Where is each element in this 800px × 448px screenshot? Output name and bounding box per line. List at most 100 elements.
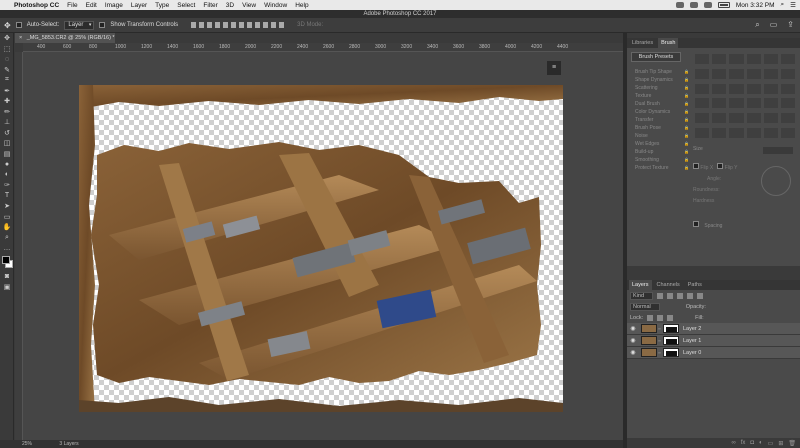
history-brush-tool-icon[interactable]: ↺ [0,128,14,139]
brush-tip[interactable] [729,113,744,124]
brush-tip[interactable] [763,128,778,139]
brush-tip[interactable] [763,98,778,109]
brush-setting-item[interactable]: Brush Pose [629,124,691,132]
layer-row[interactable]: ◉ ∞ Layer 2 [627,323,800,335]
distribute-icon[interactable] [255,22,261,28]
align-icon[interactable] [223,22,229,28]
filter-smart-object-icon[interactable] [697,292,704,299]
brush-tip[interactable] [712,83,727,94]
brush-tip[interactable] [729,83,744,94]
menu-view[interactable]: View [242,2,256,9]
link-layers-icon[interactable]: ∞ [731,440,735,446]
menu-list-icon[interactable]: ☰ [790,1,796,9]
brush-tip[interactable] [763,83,778,94]
workspace-icon[interactable]: ▭ [770,20,778,30]
eraser-tool-icon[interactable]: ◫ [0,138,14,149]
brush-tip[interactable] [695,83,710,94]
brush-tip[interactable] [729,98,744,109]
brush-tip[interactable] [695,68,710,79]
tab-libraries[interactable]: Libraries [629,38,656,48]
layer-name[interactable]: Layer 1 [683,338,701,344]
new-group-icon[interactable]: ▭ [768,440,774,447]
layer-name[interactable]: Layer 0 [683,350,701,356]
document-info[interactable]: 3 Layers [59,441,78,447]
brush-setting-item[interactable]: Color Dynamics [629,108,691,116]
tab-layers[interactable]: Layers [629,280,652,290]
battery-icon[interactable] [717,2,730,8]
eyedropper-tool-icon[interactable]: ✒ [0,86,14,97]
brush-setting-item[interactable]: Wet Edges [629,140,691,148]
blur-tool-icon[interactable]: ● [0,159,14,170]
align-icon[interactable] [215,22,221,28]
status-icon[interactable] [689,2,698,8]
brush-tip[interactable] [712,128,727,139]
gradient-tool-icon[interactable]: ▤ [0,149,14,160]
brush-tip[interactable] [763,54,778,64]
brush-tip[interactable] [729,68,744,79]
type-tool-icon[interactable]: T [0,191,14,202]
brush-setting-item[interactable]: Transfer [629,116,691,124]
search-icon[interactable]: ⌕ [781,1,785,9]
menu-filter[interactable]: Filter [203,2,217,9]
path-select-tool-icon[interactable]: ➤ [0,201,14,212]
marquee-tool-icon[interactable]: ⬚ [0,44,14,55]
layer-mask-thumbnail[interactable] [663,336,679,345]
align-icon[interactable] [207,22,213,28]
brush-tip[interactable] [746,128,761,139]
layer-name[interactable]: Layer 2 [683,326,701,332]
foreground-color[interactable] [2,255,10,264]
link-chain-icon[interactable]: ∞ [658,350,662,355]
menu-window[interactable]: Window [264,2,287,9]
delete-layer-icon[interactable]: 🗑 [788,440,796,447]
distribute-icon[interactable] [279,22,285,28]
move-tool-icon[interactable]: ✥ [4,21,11,30]
layer-thumbnail[interactable] [641,336,657,345]
brush-setting-item[interactable]: Scattering [629,84,691,92]
menu-file[interactable]: File [67,2,77,9]
size-input[interactable] [763,147,793,154]
adjustment-layer-icon[interactable]: ◐ [759,440,763,446]
new-layer-icon[interactable]: ⊞ [778,440,783,447]
tab-paths[interactable]: Paths [685,280,705,290]
distribute-icon[interactable] [239,22,245,28]
brush-tip[interactable] [763,68,778,79]
brush-tip[interactable] [746,83,761,94]
distribute-icon[interactable] [247,22,253,28]
brush-setting-item[interactable]: Texture [629,92,691,100]
tab-brush[interactable]: Brush [658,38,679,48]
layer-thumbnail[interactable] [641,348,657,357]
show-transform-checkbox[interactable] [99,22,106,28]
brush-tip[interactable] [695,128,710,139]
status-icon[interactable] [675,2,684,8]
more-tools-icon[interactable]: … [0,243,14,254]
menu-3d[interactable]: 3D [226,2,234,9]
crop-tool-icon[interactable]: ⌗ [0,75,14,86]
layer-mask-thumbnail[interactable] [663,324,679,333]
move-tool-icon[interactable]: ✥ [0,33,14,44]
brush-setting-item[interactable]: Smoothing [629,156,691,164]
brush-tip[interactable] [712,54,727,64]
filter-shape-icon[interactable] [687,292,694,299]
add-mask-icon[interactable]: ◘ [750,440,754,446]
distribute-icon[interactable] [263,22,269,28]
align-icon[interactable] [199,22,205,28]
dodge-tool-icon[interactable]: ◐ [0,170,14,181]
screen-mode-icon[interactable]: ▣ [0,282,14,293]
auto-select-checkbox[interactable] [15,22,22,28]
brush-presets-button[interactable]: Brush Presets [631,52,681,62]
document-tab[interactable]: × _MG_5853.CR2 @ 25% (RGB/16) * [15,33,115,43]
clock[interactable]: Mon 3:32 PM [736,2,775,9]
pen-tool-icon[interactable]: ✑ [0,180,14,191]
auto-select-dropdown[interactable]: Layer [64,20,95,30]
brush-setting-item[interactable]: Brush Tip Shape [629,68,691,76]
lasso-tool-icon[interactable]: ◌ [0,54,14,65]
brush-tip[interactable] [746,113,761,124]
menu-help[interactable]: Help [295,2,308,9]
brush-tip[interactable] [712,113,727,124]
link-chain-icon[interactable]: ∞ [658,338,662,343]
layer-mask-thumbnail[interactable] [663,348,679,357]
brush-tip[interactable] [780,113,795,124]
lock-position-icon[interactable] [657,314,664,321]
brush-setting-item[interactable]: Shape Dynamics [629,76,691,84]
layer-row[interactable]: ◉ ∞ Layer 1 [627,335,800,347]
